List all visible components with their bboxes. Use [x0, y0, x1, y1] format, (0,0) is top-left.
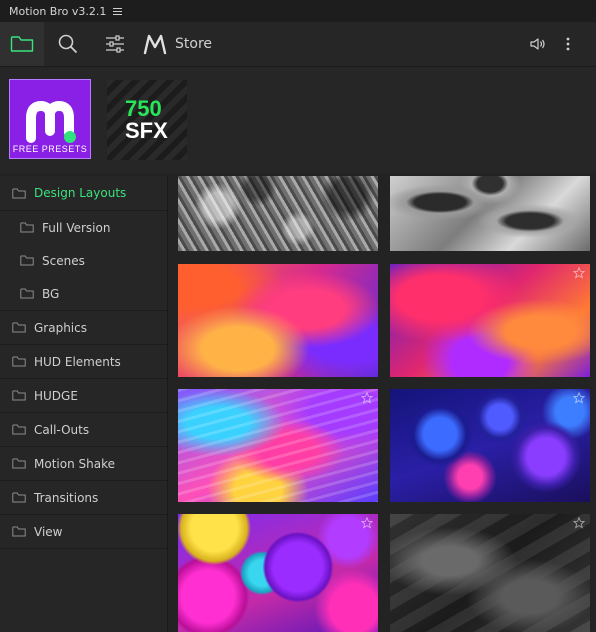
preset-thumbnail[interactable] — [178, 389, 378, 502]
sidebar-item-label: BG — [42, 286, 60, 301]
sfx-word: SFX — [125, 118, 168, 143]
sidebar-item-hudge[interactable]: HUDGE — [0, 379, 167, 413]
store-button[interactable]: Store — [143, 22, 223, 66]
more-options-button[interactable] — [556, 22, 580, 66]
toolbar: Store — [0, 22, 596, 67]
store-label: Store — [175, 36, 213, 52]
free-presets-label: FREE PRESETS — [12, 144, 88, 154]
sidebar-item-label: View — [34, 524, 63, 539]
sidebar-item-label: Call-Outs — [34, 422, 90, 437]
sidebar-item-label: Scenes — [42, 253, 85, 268]
folder-icon — [12, 322, 26, 333]
sidebar-item-label: Full Version — [42, 220, 111, 235]
preset-thumbnail[interactable] — [390, 264, 590, 377]
free-presets-banner[interactable]: FREE PRESETS — [9, 79, 91, 159]
sidebar-item-design-layouts[interactable]: Design Layouts — [0, 176, 167, 211]
star-icon[interactable] — [361, 392, 373, 404]
app-title: Motion Bro v3.2.1 — [9, 4, 107, 18]
folder-icon — [12, 188, 26, 199]
star-icon[interactable] — [361, 517, 373, 529]
sidebar-item-label: Graphics — [34, 320, 87, 335]
folder-icon — [10, 36, 34, 52]
sidebar-item-label: HUDGE — [34, 388, 78, 403]
folder-icon — [12, 526, 26, 537]
hamburger-menu-icon[interactable] — [113, 7, 123, 15]
preset-thumbnail[interactable] — [178, 514, 378, 632]
folder-icon — [12, 356, 26, 367]
star-icon[interactable] — [573, 517, 585, 529]
motion-bro-logo-icon — [143, 34, 167, 55]
search-icon — [58, 34, 78, 54]
sidebar-item-transitions[interactable]: Transitions — [0, 481, 167, 515]
folder-icon — [12, 424, 26, 435]
motion-bro-m-logo-icon — [26, 101, 76, 143]
preset-grid — [168, 176, 596, 632]
speaker-icon — [530, 38, 545, 50]
sfx-number: 750 — [125, 96, 162, 121]
star-icon[interactable] — [573, 267, 585, 279]
preset-thumbnail[interactable] — [178, 176, 378, 251]
sound-toggle-button[interactable] — [526, 22, 550, 66]
sidebar-item-view[interactable]: View — [0, 515, 167, 549]
sidebar-item-graphics[interactable]: Graphics — [0, 311, 167, 345]
sidebar-item-call-outs[interactable]: Call-Outs — [0, 413, 167, 447]
folder-icon — [12, 458, 26, 469]
filter-button[interactable] — [96, 22, 134, 66]
category-sidebar: Design Layouts Full Version Scenes BG Gr… — [0, 176, 168, 632]
folder-icon — [12, 492, 26, 503]
browse-button[interactable] — [0, 22, 44, 66]
more-vertical-icon — [566, 37, 570, 51]
folder-icon — [20, 288, 34, 299]
sidebar-item-bg[interactable]: BG — [0, 277, 167, 311]
star-icon[interactable] — [573, 392, 585, 404]
sidebar-item-scenes[interactable]: Scenes — [0, 244, 167, 277]
sidebar-item-hud-elements[interactable]: HUD Elements — [0, 345, 167, 379]
sidebar-item-label: HUD Elements — [34, 354, 121, 369]
preset-thumbnail[interactable] — [178, 264, 378, 377]
filter-icon — [106, 35, 124, 53]
folder-icon — [20, 255, 34, 266]
search-button[interactable] — [48, 22, 88, 66]
folder-icon — [20, 222, 34, 233]
title-bar: Motion Bro v3.2.1 — [0, 0, 596, 22]
preset-thumbnail[interactable] — [390, 514, 590, 632]
preset-thumbnail[interactable] — [390, 389, 590, 502]
sidebar-item-label: Transitions — [34, 490, 99, 505]
folder-icon — [12, 390, 26, 401]
sfx-banner[interactable]: 750 SFX — [107, 80, 187, 160]
promo-banners: FREE PRESETS 750 SFX — [0, 67, 596, 174]
sidebar-item-motion-shake[interactable]: Motion Shake — [0, 447, 167, 481]
preset-thumbnail[interactable] — [390, 176, 590, 251]
sidebar-item-label: Design Layouts — [34, 186, 127, 200]
sidebar-item-label: Motion Shake — [34, 456, 115, 471]
sidebar-item-full-version[interactable]: Full Version — [0, 211, 167, 244]
